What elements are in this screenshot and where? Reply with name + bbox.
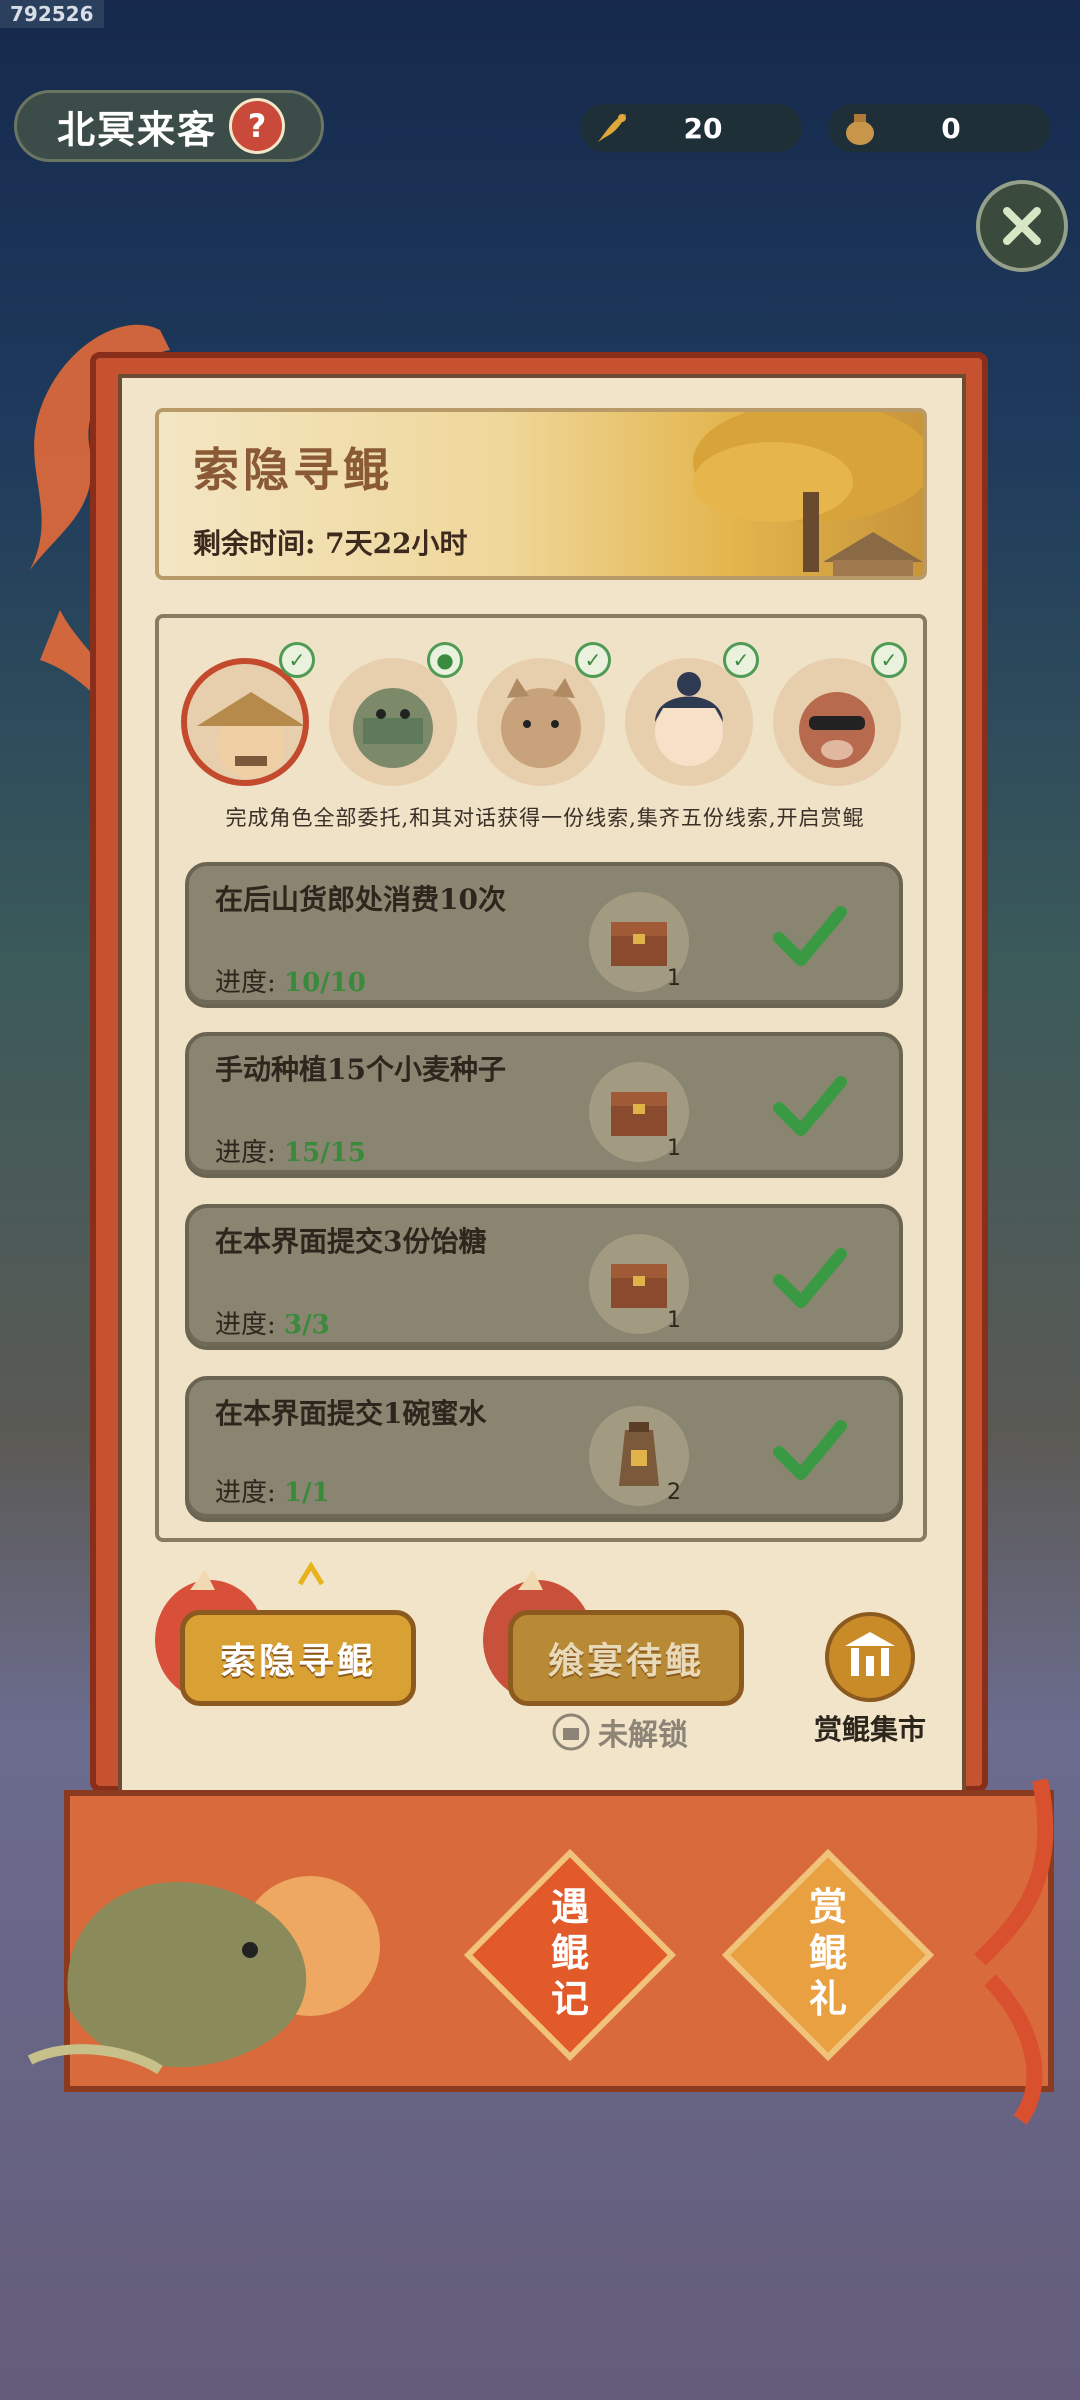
completed-check-icon: [773, 1076, 847, 1136]
upgrade-arrow-icon: [297, 1562, 325, 1586]
close-icon: [1003, 207, 1041, 245]
task-card[interactable]: 在后山货郎处消费10次 进度: 10/10 1: [185, 862, 903, 1008]
market-gate-icon: [825, 1612, 915, 1702]
remaining-time: 剩余时间: 7天22小时: [193, 527, 468, 560]
money-bag-icon: [838, 106, 882, 150]
reward-count: 1: [667, 966, 681, 991]
money-count: 0: [941, 111, 961, 145]
kun-gift-label: 赏鲲礼: [808, 1884, 847, 2021]
money-resource[interactable]: 0: [828, 104, 1050, 152]
task-progress: 进度: 3/3: [215, 1310, 330, 1340]
feast-kun-button[interactable]: 飨宴待鲲: [508, 1610, 744, 1706]
check-icon: ✓: [279, 642, 315, 678]
task-card[interactable]: 在本界面提交1碗蜜水 进度: 1/1 2: [185, 1376, 903, 1522]
hint-text: 完成角色全部委托,和其对话获得一份线索,集齐五份线索,开启赏鲲: [225, 806, 865, 830]
task-title: 手动种植15个小麦种子: [215, 1053, 506, 1086]
task-progress: 进度: 1/1: [215, 1478, 330, 1508]
task-progress: 进度: 15/15: [215, 1138, 366, 1168]
task-card[interactable]: 在本界面提交3份饴糖 进度: 3/3 1: [185, 1204, 903, 1350]
reward-count: 1: [667, 1308, 681, 1333]
task-progress: 进度: 10/10: [215, 968, 366, 998]
check-icon: ✓: [575, 642, 611, 678]
ribbon-decoration: [974, 1778, 1054, 2125]
locked-label: 未解锁: [552, 1710, 688, 1754]
flying-kun-whale-icon: [27, 1882, 307, 2075]
task-title: 在本界面提交1碗蜜水: [215, 1397, 487, 1430]
check-icon: ✓: [723, 642, 759, 678]
completed-check-icon: [773, 1248, 847, 1308]
kun-market-button[interactable]: 赏鲲集市: [800, 1612, 940, 1748]
character-boar-with-sunglasses[interactable]: [773, 658, 901, 786]
completed-check-icon: [773, 906, 847, 966]
event-banner: 索隐寻鲲 剩余时间: 7天22小时: [155, 408, 927, 580]
tree-illustration: [693, 412, 923, 576]
event-title-pill: 北冥来客 ?: [14, 90, 324, 162]
close-button[interactable]: [976, 180, 1068, 272]
help-icon[interactable]: ?: [229, 98, 286, 154]
feather-count: 20: [683, 111, 723, 145]
task-board: ✓ ● ✓ ✓ ✓ 完成角色全部委托,和其对话获得一份线索,集齐五份线索,开启赏…: [155, 614, 927, 1542]
task-card[interactable]: 手动种植15个小麦种子 进度: 15/15 1: [185, 1032, 903, 1178]
character-cat-scholar[interactable]: [477, 658, 605, 786]
event-title: 北冥来客: [57, 106, 218, 152]
task-title: 在后山货郎处消费10次: [215, 883, 506, 916]
banner-title: 索隐寻鲲: [193, 443, 393, 497]
character-girl-attendant[interactable]: [625, 658, 753, 786]
build-stamp: 792526: [0, 0, 104, 28]
reward-count: 2: [667, 1480, 681, 1505]
lock-icon: [552, 1713, 590, 1751]
check-icon: ✓: [871, 642, 907, 678]
search-kun-button[interactable]: 索隐寻鲲: [180, 1610, 416, 1706]
character-straw-hat-elder[interactable]: [181, 658, 309, 786]
feather-icon: [590, 106, 634, 150]
task-title: 在本界面提交3份饴糖: [215, 1225, 487, 1258]
reward-count: 1: [667, 1136, 681, 1161]
completed-check-icon: [773, 1420, 847, 1480]
market-label: 赏鲲集市: [813, 1713, 926, 1746]
kun-record-label: 遇鲲记: [550, 1884, 589, 2021]
character-masked-ninja[interactable]: [329, 658, 457, 786]
feather-resource[interactable]: 20: [580, 104, 802, 152]
chat-bubble-icon: ●: [427, 642, 463, 678]
